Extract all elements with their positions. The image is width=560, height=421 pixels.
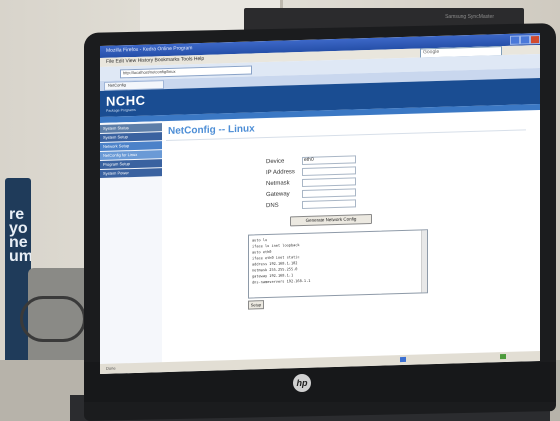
sidebar-item-system-power[interactable]: System Power (100, 168, 162, 178)
ip-address-label: IP Address (266, 169, 295, 177)
ip-address-field[interactable] (302, 166, 356, 177)
dns-label: DNS (266, 202, 279, 210)
setup-button[interactable]: Setup (248, 300, 264, 310)
dns-field[interactable] (302, 199, 356, 210)
minimize-icon[interactable] (510, 35, 520, 45)
generate-config-button[interactable]: Generate Network Config (290, 213, 372, 227)
config-output-textarea[interactable]: auto lo iface lo inet loopback auto eth0… (248, 229, 428, 299)
search-placeholder: Google (423, 48, 440, 56)
output-line: address 192.168.1.102 (252, 261, 298, 267)
sidebar: System Status System Setup Network Setup… (100, 121, 162, 374)
gateway-field[interactable] (302, 188, 356, 199)
address-text: http://localhost/netconfig/linux (123, 68, 176, 76)
output-scrollbar[interactable] (421, 230, 427, 293)
status-indicator-icon (400, 356, 406, 363)
output-line: dns-nameservers 192.168.1.1 (252, 278, 311, 285)
output-line: iface eth0 inet static (252, 255, 300, 261)
site-logo: NCHC (106, 92, 146, 109)
status-text: Done (106, 365, 116, 371)
gateway-label: Gateway (266, 191, 290, 199)
security-icon (500, 353, 506, 360)
device-field[interactable]: eth0 (302, 155, 356, 166)
output-line: gateway 192.168.1.1 (252, 273, 294, 279)
close-icon[interactable] (530, 34, 540, 45)
cable-coil (20, 296, 86, 342)
output-line: auto lo (252, 238, 268, 243)
page-title: NetConfig -- Linux (168, 123, 255, 137)
can-text: re yo ne um (9, 206, 31, 265)
browser-title: Mozilla Firefox - Kedra Online Program (106, 45, 193, 54)
device-value: eth0 (304, 156, 314, 163)
background-monitor-label: Samsung SyncMaster (445, 14, 494, 20)
device-label: Device (266, 158, 285, 166)
output-line: auto eth0 (252, 249, 272, 255)
hp-logo: hp (293, 374, 311, 392)
laptop-screen: Mozilla Firefox - Kedra Online Program F… (100, 32, 540, 375)
maximize-icon[interactable] (520, 35, 530, 45)
netmask-field[interactable] (302, 177, 356, 188)
output-line: iface lo inet loopback (252, 243, 300, 249)
photo-scene: Samsung SyncMaster re yo ne um hp Mozill… (0, 0, 560, 421)
netmask-label: Netmask (266, 180, 290, 188)
output-line: netmask 255.255.255.0 (252, 267, 298, 273)
